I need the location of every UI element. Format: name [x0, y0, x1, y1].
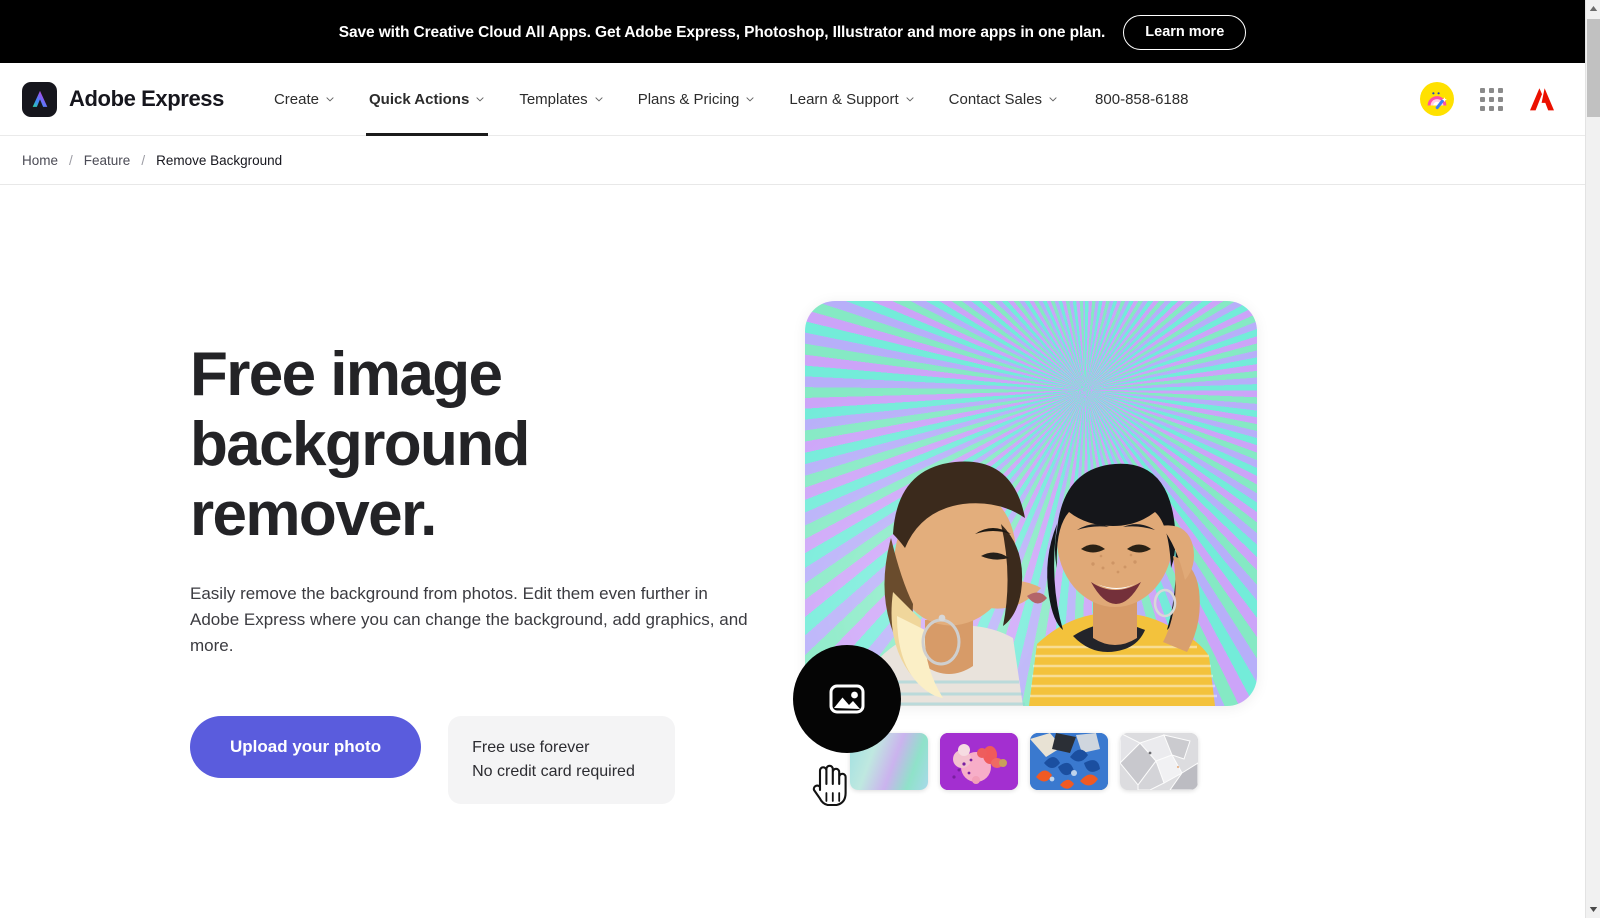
chevron-down-icon: [476, 97, 484, 102]
page-title: Free image background remover.: [190, 340, 530, 549]
nav-item-create[interactable]: Create: [257, 63, 352, 136]
upload-your-photo-button[interactable]: Upload your photo: [190, 716, 422, 778]
nav-item-contact-sales-label: Contact Sales: [948, 90, 1043, 108]
nav-item-quick-actions[interactable]: Quick Actions: [352, 63, 502, 136]
promo-banner: Save with Creative Cloud All Apps. Get A…: [0, 0, 1585, 63]
scrollbar-thumb[interactable]: [1587, 19, 1600, 117]
chevron-down-icon: [1049, 97, 1057, 102]
magic-wand-badge-icon[interactable]: [1420, 82, 1454, 116]
breadcrumb-separator: /: [69, 152, 73, 168]
chevron-down-icon: [746, 97, 755, 102]
hero-copy: Free image background remover. Easily re…: [0, 315, 790, 804]
scroll-up-arrow-icon[interactable]: [1586, 0, 1600, 17]
breadcrumb-separator: /: [141, 152, 146, 168]
breadcrumb: Home / Feature / Remove Background: [0, 136, 1585, 185]
page-content: Save with Creative Cloud All Apps. Get A…: [0, 0, 1585, 918]
hero-cta-row: Upload your photo Free use forever No cr…: [190, 716, 790, 804]
adobe-express-logo-icon: [22, 81, 57, 117]
nav-item-learn-support-label: Learn & Support: [789, 90, 899, 108]
free-use-note: Free use forever No credit card required: [448, 716, 675, 804]
chevron-down-icon: [595, 97, 603, 102]
scroll-down-arrow-icon[interactable]: [1586, 901, 1600, 918]
nav-phone-number[interactable]: 800-858-6188: [1095, 91, 1188, 108]
nav-item-templates[interactable]: Templates: [502, 63, 620, 136]
thumbnail-purple-art: [940, 733, 1018, 790]
learn-more-button[interactable]: Learn more: [1123, 15, 1247, 50]
chevron-down-icon: [326, 97, 334, 102]
free-use-note-line-2: No credit card required: [472, 763, 635, 780]
vertical-scrollbar[interactable]: [1585, 0, 1600, 918]
browser-viewport: Save with Creative Cloud All Apps. Get A…: [0, 0, 1600, 918]
hero-section: Free image background remover. Easily re…: [0, 185, 1585, 807]
brand-home-link[interactable]: Adobe Express: [22, 81, 224, 117]
nav-item-learn-support[interactable]: Learn & Support: [772, 63, 931, 136]
nav-right-actions: [1420, 82, 1563, 116]
adobe-logo-icon[interactable]: [1529, 87, 1555, 112]
nav-item-plans-pricing[interactable]: Plans & Pricing: [621, 63, 773, 136]
nav-item-plans-pricing-label: Plans & Pricing: [637, 90, 740, 108]
thumbnail-purple-abstract[interactable]: [940, 733, 1018, 790]
background-thumbnail-list: [850, 733, 1198, 790]
thumbnail-blue-floral[interactable]: [1030, 733, 1108, 790]
brand-name-label: Adobe Express: [69, 86, 224, 111]
image-placeholder-badge[interactable]: [793, 645, 901, 753]
nav-item-templates-label: Templates: [519, 90, 588, 108]
thumbnail-silver-crystal[interactable]: [1120, 733, 1198, 790]
breadcrumb-item-current: Remove Background: [156, 152, 283, 168]
thumbnail-blue-floral-art: [1030, 733, 1108, 790]
nav-item-contact-sales[interactable]: Contact Sales: [932, 63, 1075, 136]
chevron-down-icon: [906, 97, 914, 102]
hero-artwork: [790, 301, 1585, 807]
hero-photo-card[interactable]: [805, 301, 1257, 706]
main-navigation: Adobe Express Create Quick Actions Templ…: [0, 63, 1585, 136]
hero-subtitle: Easily remove the background from photos…: [190, 584, 748, 655]
nav-links: Create Quick Actions Templates Plans & P…: [257, 63, 1188, 136]
nav-item-quick-actions-label: Quick Actions: [369, 90, 470, 108]
image-placeholder-icon: [829, 684, 865, 714]
breadcrumb-item-feature[interactable]: Feature: [84, 153, 131, 168]
app-grid-icon[interactable]: [1480, 87, 1503, 111]
nav-item-create-label: Create: [273, 90, 319, 108]
thumbnail-crystal-art: [1120, 733, 1198, 790]
hand-pointer-cursor: [812, 764, 847, 807]
promo-banner-text: Save with Creative Cloud All Apps. Get A…: [338, 23, 1106, 41]
free-use-note-line-1: Free use forever: [472, 739, 590, 756]
breadcrumb-item-home[interactable]: Home: [22, 153, 58, 168]
